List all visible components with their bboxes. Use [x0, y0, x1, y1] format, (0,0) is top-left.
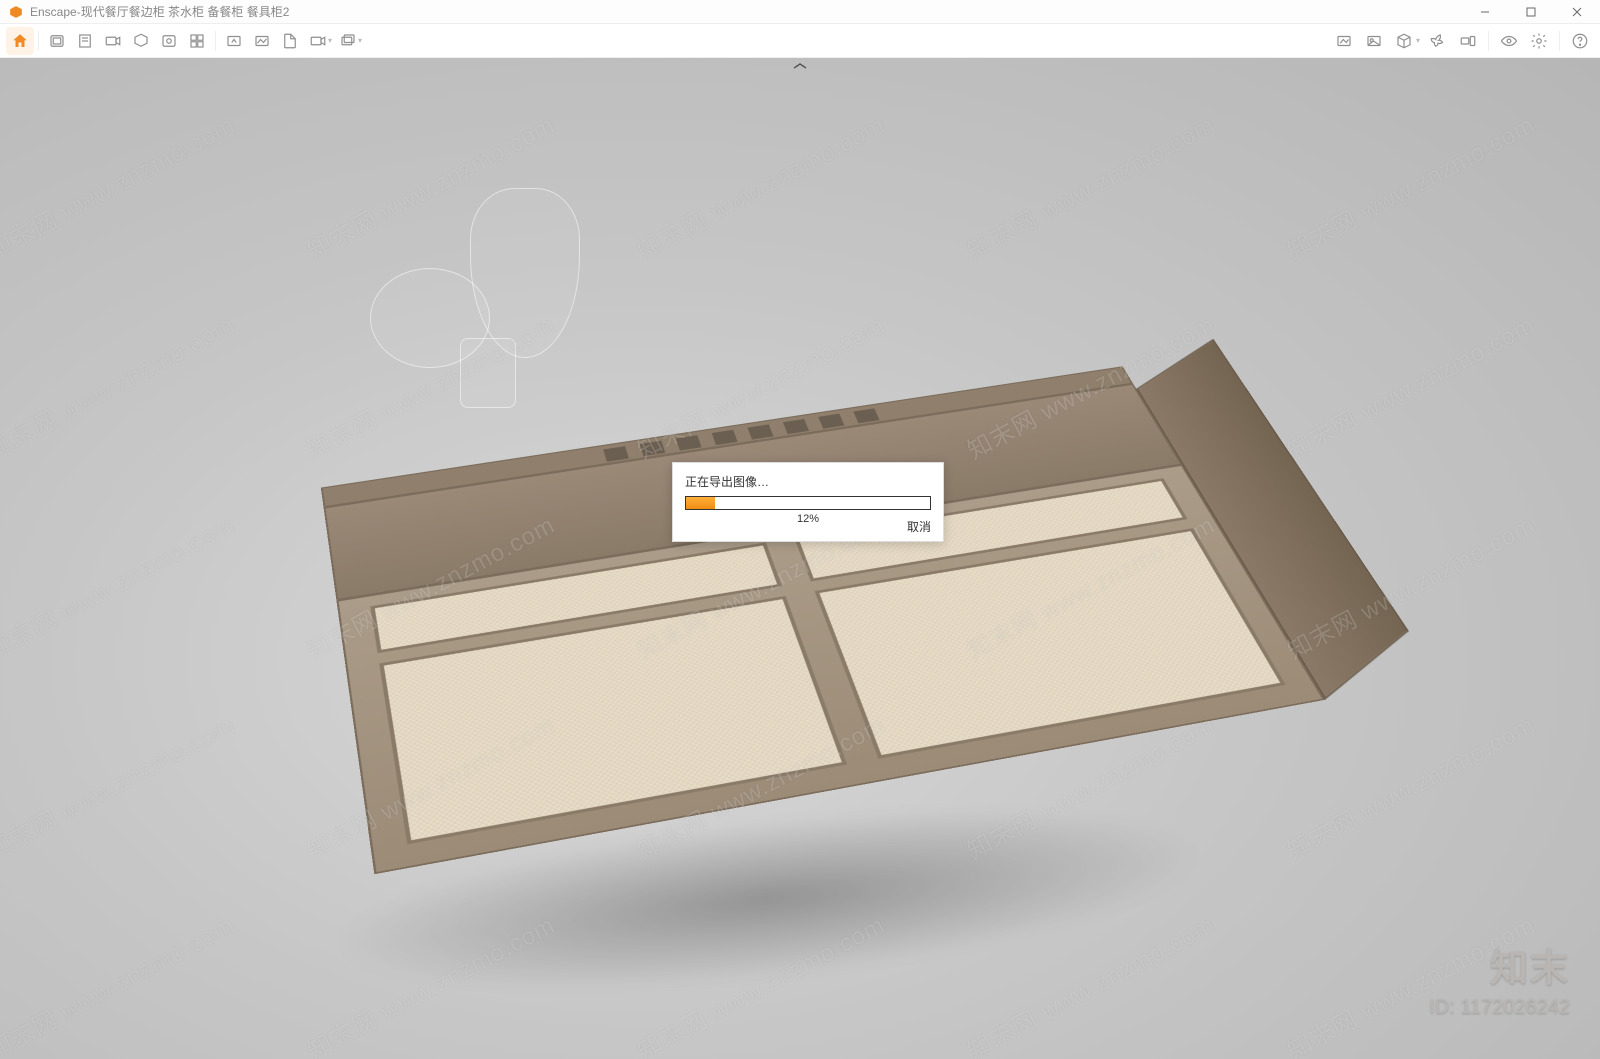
watermark-text: 知末网 www.znzmo.com	[1280, 705, 1540, 865]
watermark-text: 知末网 www.znzmo.com	[630, 105, 890, 265]
progress-bar	[685, 496, 931, 510]
settings-icon[interactable]	[1525, 27, 1553, 55]
progress-bar-fill	[686, 497, 715, 509]
panorama-icon[interactable]	[155, 27, 183, 55]
watermark-text: 知末网 www.znzmo.com	[0, 905, 240, 1059]
watermark-text: 知末网 www.znzmo.com	[960, 105, 1220, 265]
help-icon[interactable]	[1566, 27, 1594, 55]
watermark-text: 知末网 www.znzmo.com	[0, 705, 240, 865]
watermark-id: ID: 1172026242	[1429, 996, 1570, 1019]
screenshot-icon[interactable]	[43, 27, 71, 55]
document-title: 现代餐厅餐边柜 茶水柜 备餐柜 餐具柜2	[81, 3, 290, 20]
toolbar: ▾ ▾ ▾	[0, 24, 1600, 58]
panel-drag-handle-icon[interactable]	[788, 62, 812, 70]
render-viewport[interactable]: 知末网 www.znzmo.com 知末网 www.znzmo.com 知末网 ww…	[0, 58, 1600, 1059]
app-name: Enscape	[30, 5, 77, 19]
dropdown-caret-icon[interactable]: ▾	[1416, 36, 1420, 45]
toolbar-separator	[38, 31, 39, 51]
watermark-brand: 知末 ID: 1172026242	[1429, 937, 1570, 1019]
lighting-icon[interactable]	[1424, 27, 1452, 55]
watermark-brand-name: 知末	[1429, 937, 1570, 992]
toolbar-separator	[1488, 31, 1489, 51]
watermark-text: 知末网 www.znzmo.com	[1280, 105, 1540, 265]
toolbar-separator	[215, 31, 216, 51]
favorites-icon[interactable]	[71, 27, 99, 55]
dialog-title: 正在导出图像…	[685, 473, 931, 490]
watermark-text: 知末网 www.znzmo.com	[1280, 305, 1540, 465]
mono-icon[interactable]	[248, 27, 276, 55]
cancel-button[interactable]: 取消	[907, 518, 931, 535]
progress-percent: 12%	[685, 513, 931, 525]
assets-icon[interactable]	[1360, 27, 1388, 55]
dropdown-caret-icon[interactable]: ▾	[358, 36, 362, 45]
sync-icon[interactable]	[1454, 27, 1482, 55]
window-close-button[interactable]	[1554, 0, 1600, 24]
eye-icon[interactable]	[1495, 27, 1523, 55]
materials-icon[interactable]	[1330, 27, 1358, 55]
watermark-text: 知末网 www.znzmo.com	[0, 505, 240, 665]
home-icon[interactable]	[6, 27, 34, 55]
titlebar: Enscape - 现代餐厅餐边柜 茶水柜 备餐柜 餐具柜2	[0, 0, 1600, 24]
window-minimize-button[interactable]	[1462, 0, 1508, 24]
collab-icon[interactable]	[183, 27, 211, 55]
watermark-text: 知末网 www.znzmo.com	[0, 305, 240, 465]
watermark-text: 知末网 www.znzmo.com	[0, 105, 240, 265]
upload-icon[interactable]	[220, 27, 248, 55]
enscape-logo-icon	[8, 4, 24, 20]
cube-icon[interactable]	[1390, 27, 1418, 55]
vr-icon[interactable]	[127, 27, 155, 55]
toolbar-separator	[1559, 31, 1560, 51]
video-icon[interactable]	[99, 27, 127, 55]
image-icon[interactable]	[276, 27, 304, 55]
window-maximize-button[interactable]	[1508, 0, 1554, 24]
dropdown-caret-icon[interactable]: ▾	[328, 36, 332, 45]
export-progress-dialog: 正在导出图像… 12% 取消	[672, 462, 944, 542]
